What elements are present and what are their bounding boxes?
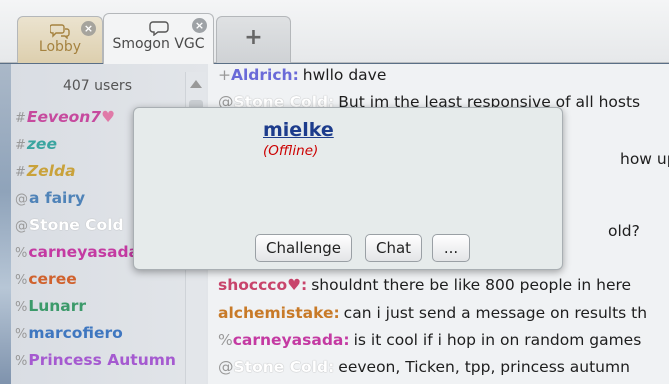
user-rank: % <box>15 327 28 342</box>
userlist-item[interactable]: @Stone Cold <box>15 216 124 234</box>
user-name: Stone Cold <box>29 216 124 234</box>
chat-username[interactable]: Aldrich: <box>231 66 299 84</box>
user-rank: % <box>15 246 28 261</box>
chat-message: +Aldrich: hwllo dave <box>218 66 386 84</box>
chat-rank: @ <box>218 358 234 376</box>
user-rank: # <box>15 165 26 180</box>
user-name: carneyasada <box>28 243 140 261</box>
chat-message: shoccco♥: shouldnt there be like 800 peop… <box>218 276 631 294</box>
challenge-button[interactable]: Challenge <box>255 234 352 262</box>
userlist-item[interactable]: #Eeveon7♥ <box>15 108 115 126</box>
chat-username[interactable]: carneyasada: <box>233 331 350 349</box>
chat-message: @Stone Cold: eeveon, Ticken, tpp, princes… <box>218 358 630 376</box>
scroll-up-icon[interactable] <box>190 80 202 88</box>
user-rank: # <box>15 138 26 153</box>
new-tab-button[interactable]: + <box>216 16 291 63</box>
user-name: Zelda <box>26 162 76 180</box>
user-rank: % <box>15 354 28 369</box>
user-rank: % <box>15 273 28 288</box>
popup-status: (Offline) <box>263 143 319 159</box>
tab-bar: Lobby × Smogon VGC × + <box>0 0 669 64</box>
user-rank: @ <box>15 219 28 234</box>
user-popup: mielke (Offline) Challenge Chat ... <box>133 107 563 270</box>
chat-rank: + <box>218 66 231 84</box>
userlist-item[interactable]: %ceree <box>15 270 77 288</box>
userlist-item[interactable]: #zee <box>15 135 57 153</box>
user-rank: # <box>15 111 26 126</box>
chat-button[interactable]: Chat <box>365 234 423 262</box>
user-name: Princess Autumn <box>28 351 176 369</box>
user-name: Lunarr <box>28 297 87 315</box>
chat-text: is it cool if i hop in on random games <box>353 331 642 349</box>
chat-text: how up 10 <box>620 150 669 168</box>
close-lobby-icon[interactable]: × <box>81 21 96 36</box>
userlist-item[interactable]: #Zelda <box>15 162 76 180</box>
heart-icon: ♥ <box>101 108 115 126</box>
more-options-button[interactable]: ... <box>432 234 470 262</box>
chat-text: eeveon, Ticken, tpp, princess autumn <box>338 358 630 376</box>
user-name: Eeveon7 <box>26 108 102 126</box>
user-rank: @ <box>15 192 28 207</box>
tab-lobby-label: Lobby <box>38 39 82 55</box>
user-name: ceree <box>28 270 77 288</box>
close-smogon-vgc-icon[interactable]: × <box>192 18 207 33</box>
userlist-item[interactable]: @a fairy <box>15 189 85 207</box>
popup-username[interactable]: mielke <box>263 119 334 141</box>
chat-message: %carneyasada: is it cool if i hop in on r… <box>218 331 641 349</box>
chat-text: can i just send a message on results th <box>343 304 648 322</box>
chat-bubble-icon <box>148 21 169 36</box>
tab-smogon-vgc[interactable]: Smogon VGC × <box>103 13 214 64</box>
chat-message: how up 10 <box>620 150 669 168</box>
chat-username[interactable]: shoccco♥: <box>218 276 307 294</box>
chat-message: old? <box>608 222 640 240</box>
user-name: marcofiero <box>28 324 123 342</box>
chat-username[interactable]: alchemistake: <box>218 304 340 322</box>
chat-bubbles-icon <box>50 24 70 39</box>
chat-username[interactable]: Stone Cold: <box>234 358 335 376</box>
chat-text: old? <box>608 222 640 240</box>
tab-smogon-vgc-label: Smogon VGC <box>112 36 205 52</box>
user-count: 407 users <box>62 78 132 94</box>
user-name: a fairy <box>29 189 86 207</box>
chat-rank: % <box>218 331 233 349</box>
chat-text: hwllo dave <box>302 66 387 84</box>
user-name: zee <box>26 135 57 153</box>
tab-lobby[interactable]: Lobby × <box>17 16 103 63</box>
userlist-item[interactable]: %Princess Autumn <box>15 351 176 369</box>
chat-text: shouldnt there be like 800 people in her… <box>311 276 632 294</box>
userlist-item[interactable]: %carneyasada <box>15 243 139 261</box>
background-strip <box>0 64 11 384</box>
userlist-item[interactable]: %Lunarr <box>15 297 86 315</box>
userlist-item[interactable]: %marcofiero <box>15 324 123 342</box>
chat-message: alchemistake: can i just send a message o… <box>218 304 647 322</box>
user-rank: % <box>15 300 28 315</box>
